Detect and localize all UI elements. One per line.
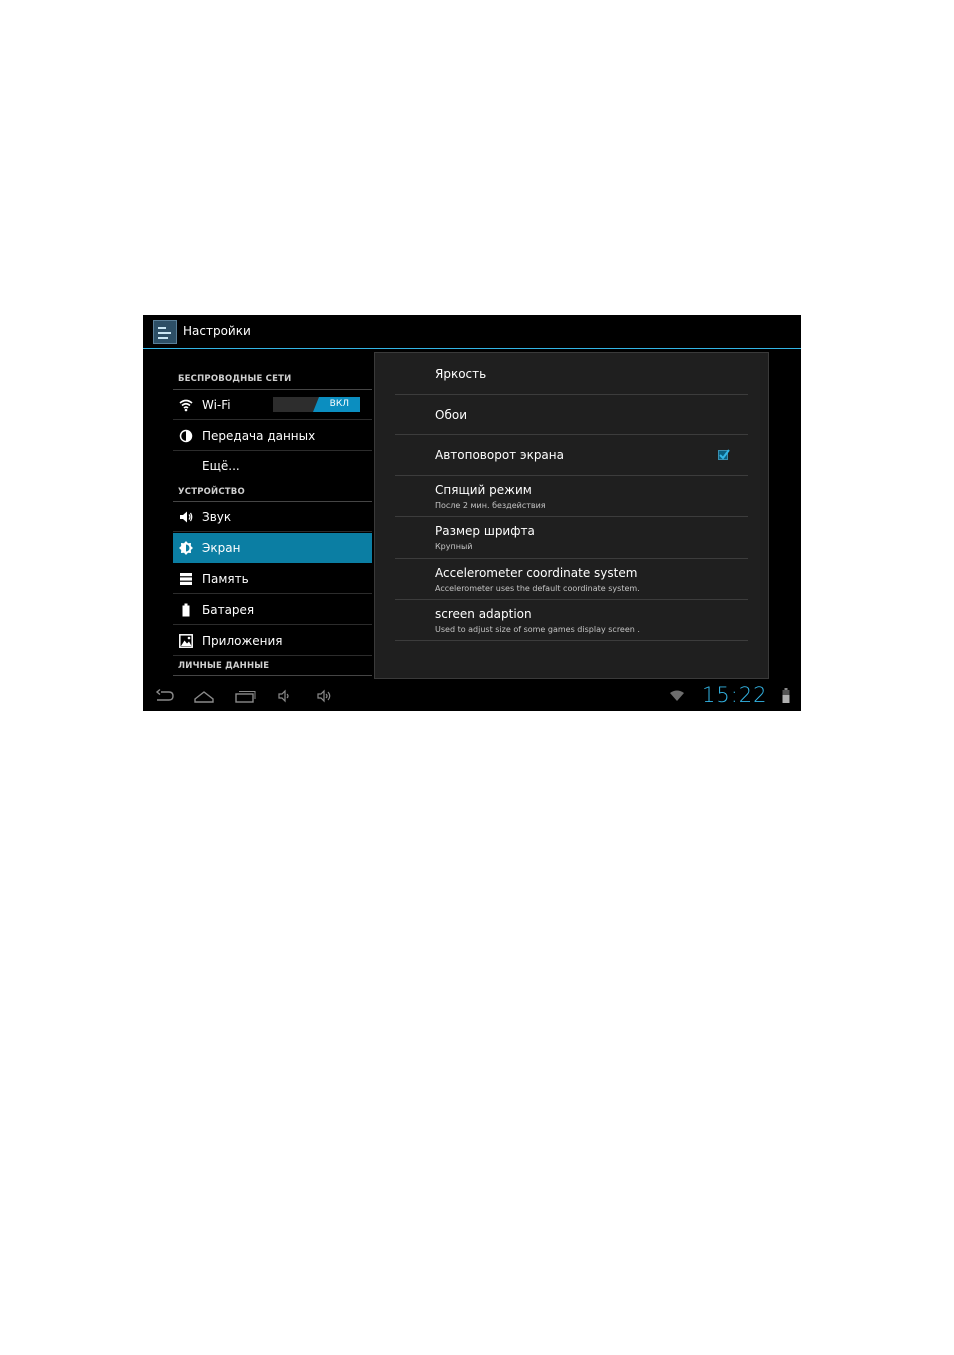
pref-title: Accelerometer coordinate system — [435, 566, 638, 580]
pref-title: Спящий режим — [435, 483, 532, 497]
speaker-icon — [180, 511, 193, 523]
pref-sleep[interactable]: Спящий режим После 2 мин. бездействия — [395, 476, 748, 517]
sidebar-item-label: Батарея — [202, 603, 255, 617]
sidebar-item-label: Память — [202, 572, 249, 586]
tablet-screen: Настройки БЕСПРОВОДНЫЕ СЕТИ Wi-Fi ВКЛ Пе… — [143, 315, 801, 711]
pref-summary: После 2 мин. бездействия — [435, 501, 546, 510]
pref-font-size[interactable]: Размер шрифта Крупный — [395, 517, 748, 559]
section-header-device: УСТРОЙСТВО — [178, 487, 245, 497]
pref-title: Автоповорот экрана — [435, 448, 564, 462]
sidebar-item-storage[interactable]: Память — [173, 564, 372, 594]
sidebar-item-label: Ещё... — [202, 459, 240, 473]
pref-title: Размер шрифта — [435, 524, 535, 538]
sidebar-item-label: Звук — [202, 510, 232, 524]
sidebar-item-wifi[interactable]: Wi-Fi ВКЛ — [173, 390, 372, 420]
pref-wallpaper[interactable]: Обои — [395, 395, 748, 435]
pref-title: Обои — [435, 408, 467, 422]
settings-app-icon[interactable] — [153, 320, 177, 344]
sidebar-item-label: Передача данных — [202, 429, 316, 443]
battery-status-icon — [782, 688, 790, 703]
home-icon[interactable] — [193, 688, 215, 704]
recent-apps-icon[interactable] — [234, 688, 256, 704]
checkmark-icon — [719, 449, 730, 460]
pref-summary: Крупный — [435, 542, 473, 551]
wifi-icon — [179, 399, 193, 412]
wifi-signal-icon — [670, 690, 684, 701]
pref-title: screen adaption — [435, 607, 532, 621]
sidebar-item-sound[interactable]: Звук — [173, 502, 372, 532]
volume-down-icon[interactable] — [277, 688, 293, 704]
pref-accelerometer[interactable]: Accelerometer coordinate system Accelero… — [395, 559, 748, 600]
sidebar-item-battery[interactable]: Батарея — [173, 595, 372, 625]
pref-title: Яркость — [435, 367, 487, 381]
pref-auto-rotate[interactable]: Автоповорот экрана — [395, 435, 748, 476]
system-navigation-bar: 15:22 — [143, 682, 801, 711]
status-clock: 15:22 — [702, 683, 768, 707]
wifi-toggle-switch[interactable]: ВКЛ — [273, 397, 360, 412]
battery-icon — [182, 603, 190, 617]
pref-summary: Accelerometer uses the default coordinat… — [435, 584, 640, 593]
sidebar-item-label: Приложения — [202, 634, 283, 648]
action-bar: Настройки — [143, 315, 801, 349]
settings-categories-list: БЕСПРОВОДНЫЕ СЕТИ Wi-Fi ВКЛ Передача дан… — [173, 369, 372, 679]
apps-icon — [179, 634, 193, 648]
divider — [173, 675, 372, 676]
display-settings-panel: Яркость Обои Автоповорот экрана Спящий р… — [374, 352, 769, 679]
sidebar-item-label: Экран — [202, 541, 241, 555]
volume-up-icon[interactable] — [316, 688, 334, 704]
sidebar-item-apps[interactable]: Приложения — [173, 626, 372, 656]
app-title: Настройки — [183, 324, 251, 338]
auto-rotate-checkbox[interactable] — [718, 449, 730, 460]
sidebar-item-display[interactable]: Экран — [173, 533, 372, 563]
section-header-personal: ЛИЧНЫЕ ДАННЫЕ — [178, 661, 270, 671]
back-icon[interactable] — [155, 688, 175, 704]
sidebar-item-more[interactable]: Ещё... — [173, 451, 372, 481]
sidebar-item-data-usage[interactable]: Передача данных — [173, 421, 372, 451]
data-usage-icon — [179, 429, 193, 443]
sidebar-item-label: Wi-Fi — [202, 398, 231, 412]
brightness-icon — [179, 541, 193, 555]
pref-brightness[interactable]: Яркость — [395, 353, 748, 395]
section-header-wireless: БЕСПРОВОДНЫЕ СЕТИ — [178, 374, 292, 384]
pref-summary: Used to adjust size of some games displa… — [435, 625, 640, 634]
pref-screen-adaption[interactable]: screen adaption Used to adjust size of s… — [395, 600, 748, 641]
toggle-label: ВКЛ — [329, 399, 349, 409]
storage-icon — [180, 573, 192, 585]
